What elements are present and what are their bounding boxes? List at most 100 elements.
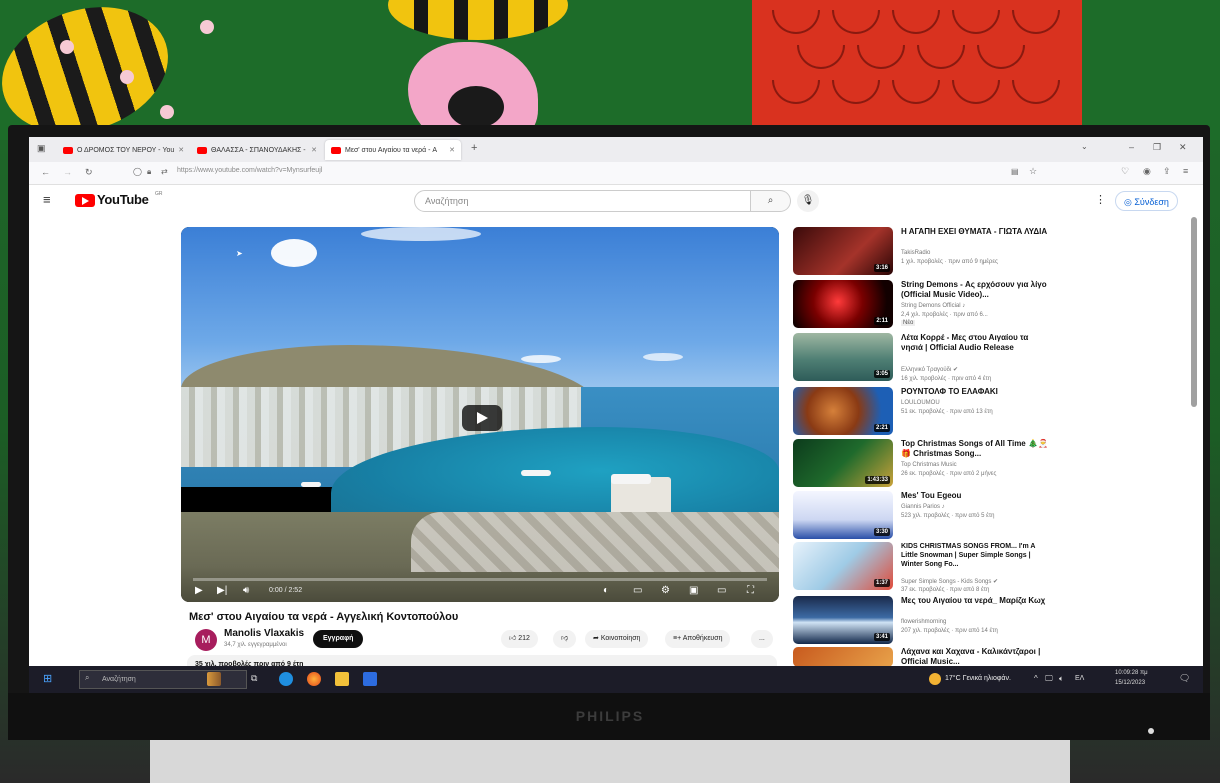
- video-thumbnail[interactable]: 3:30: [793, 491, 893, 539]
- channel-avatar[interactable]: M: [195, 629, 217, 651]
- progress-bar[interactable]: [193, 578, 767, 581]
- recommendation-channel[interactable]: Giannis Parios ♪: [901, 503, 1061, 511]
- recommendation-channel[interactable]: Ελληνικό Τραγούδι ✔: [901, 366, 1061, 374]
- recommendation-title[interactable]: Mes' Tou Egeou: [901, 491, 1051, 501]
- subtitles-icon[interactable]: ▭: [633, 585, 642, 596]
- video-thumbnail[interactable]: [793, 647, 893, 667]
- recommendation-title[interactable]: Top Christmas Songs of All Time 🎄🎅🎁 Chri…: [901, 439, 1051, 459]
- pocket-icon[interactable]: ♡: [1121, 166, 1129, 177]
- weather-text[interactable]: 17°C Γενικά ηλιοφάν.: [945, 675, 1011, 682]
- sign-in-button[interactable]: ◎ Σύνδεση: [1115, 191, 1178, 211]
- new-tab-icon[interactable]: +: [471, 142, 477, 154]
- video-thumbnail[interactable]: 3:16: [793, 227, 893, 275]
- account-icon[interactable]: ◉: [1143, 166, 1151, 177]
- close-tab-icon[interactable]: ✕: [178, 146, 184, 154]
- word-document-icon[interactable]: [363, 672, 377, 686]
- firefox-icon[interactable]: [307, 672, 321, 686]
- recommendation-item[interactable]: 2:21 ΡΟΥΝΤΟΛΦ ΤΟ ΕΛΑΦΑΚΙ LOULOUMOU 51 εκ…: [793, 387, 1173, 439]
- notifications-icon[interactable]: 🗨︎: [1179, 673, 1190, 684]
- recommendation-item[interactable]: 3:30 Mes' Tou Egeou Giannis Parios ♪ 523…: [793, 491, 1173, 543]
- minimize-icon[interactable]: –: [1129, 142, 1134, 152]
- recommendation-item[interactable]: 1:43:33 Top Christmas Songs of All Time …: [793, 439, 1173, 491]
- video-thumbnail[interactable]: 2:11: [793, 280, 893, 328]
- weather-sun-icon[interactable]: [929, 673, 941, 685]
- recommendation-channel[interactable]: String Demons Official ♪: [901, 302, 1061, 310]
- voice-search-button[interactable]: 🎙︎: [797, 190, 819, 212]
- clock-date[interactable]: 15/12/2023: [1115, 680, 1145, 686]
- taskbar-search-input[interactable]: Αναζήτηση: [79, 670, 247, 689]
- subscribe-button[interactable]: Εγγραφή: [313, 630, 364, 648]
- forward-icon[interactable]: →: [63, 167, 72, 177]
- theater-mode-icon[interactable]: ▭: [717, 585, 726, 596]
- hamburger-menu-icon[interactable]: ≡: [43, 192, 51, 207]
- video-thumbnail[interactable]: 1:37: [793, 542, 893, 590]
- extensions-icon[interactable]: ⇪: [1163, 166, 1171, 177]
- recommendation-item[interactable]: 3:41 Μες του Αιγαίου τα νερά_ Μαρίζα Κωχ…: [793, 596, 1173, 648]
- search-input[interactable]: Αναζήτηση: [414, 190, 751, 212]
- reader-view-icon[interactable]: ▤: [1011, 167, 1019, 176]
- large-play-button[interactable]: [462, 405, 502, 431]
- video-player[interactable]: ➤ ▶ ▶| 🔊︎ 0:00 / 2:52 ◐ ▭ ⚙ ▣ ▭ ⛶: [181, 227, 779, 602]
- volume-icon[interactable]: 🔊︎: [243, 585, 249, 596]
- fullscreen-icon[interactable]: ⛶: [747, 585, 754, 596]
- recommendation-channel[interactable]: LOULOUMOU: [901, 399, 1061, 407]
- menu-icon[interactable]: ≡: [1183, 166, 1188, 176]
- lock-icon[interactable]: 🔒︎: [147, 167, 151, 177]
- tray-chevron-up-icon[interactable]: ^: [1034, 674, 1038, 683]
- recommendation-title[interactable]: Λέτα Κορρέ - Μες στου Αιγαίου τα νησιά |…: [901, 333, 1051, 353]
- video-thumbnail[interactable]: 3:41: [793, 596, 893, 644]
- back-icon[interactable]: ←: [41, 167, 50, 177]
- address-bar[interactable]: https://www.youtube.com/watch?v=Mynsurfe…: [177, 167, 322, 174]
- close-tab-icon[interactable]: ✕: [449, 146, 455, 154]
- autoplay-toggle-icon[interactable]: ◐: [603, 585, 609, 596]
- maximize-icon[interactable]: ❐: [1153, 142, 1161, 153]
- task-view-icon[interactable]: ⧉: [251, 673, 257, 684]
- like-button[interactable]: 👍︎ 212: [501, 630, 538, 648]
- recommendation-item[interactable]: 1:37 KIDS CHRISTMAS SONGS FROM... I'm A …: [793, 542, 1173, 594]
- file-explorer-icon[interactable]: [335, 672, 349, 686]
- recommendation-title[interactable]: ΡΟΥΝΤΟΛΦ ΤΟ ΕΛΑΦΑΚΙ: [901, 387, 1051, 397]
- recommendation-title[interactable]: Λάχανα και Χαχανα - Καλικάντζαροι | Offi…: [901, 647, 1051, 667]
- share-button[interactable]: ➦ Κοινοποίηση: [585, 630, 649, 648]
- close-window-icon[interactable]: ✕: [1179, 142, 1187, 153]
- youtube-logo-text[interactable]: YouTube: [97, 192, 149, 207]
- edge-browser-icon[interactable]: [279, 672, 293, 686]
- recommendation-channel[interactable]: Super Simple Songs - Kids Songs ✔: [901, 578, 1061, 586]
- settings-gear-icon[interactable]: ⚙: [661, 585, 670, 596]
- recommendation-title[interactable]: KIDS CHRISTMAS SONGS FROM... I'm A Littl…: [901, 542, 1051, 569]
- bookmark-star-icon[interactable]: ☆: [1029, 166, 1037, 177]
- recommendation-channel[interactable]: flowerishmorning: [901, 618, 1061, 626]
- volume-icon[interactable]: 🔈︎: [1059, 674, 1064, 684]
- recommendation-item[interactable]: 2:11 String Demons - Ας ερχόσουν για λίγ…: [793, 280, 1173, 332]
- recommendation-channel[interactable]: TakisRadio: [901, 249, 1061, 257]
- network-icon[interactable]: 🖵︎: [1045, 674, 1053, 684]
- search-highlight-icon[interactable]: [207, 672, 221, 686]
- windows-start-icon[interactable]: ⊞: [43, 672, 52, 685]
- close-tab-icon[interactable]: ✕: [311, 146, 317, 154]
- permissions-icon[interactable]: ⇄: [161, 167, 168, 176]
- recommendation-title[interactable]: Η ΑΓΑΠΗ ΕΧΕΙ ΘΥΜΑΤΑ - ΓΙΩΤΑ ΛΥΔΙΑ: [901, 227, 1051, 237]
- play-icon[interactable]: ▶: [195, 585, 203, 596]
- input-language[interactable]: ΕΛ: [1075, 675, 1084, 682]
- more-options-icon[interactable]: ⋮: [1095, 193, 1106, 206]
- miniplayer-icon[interactable]: ▣: [689, 585, 698, 596]
- recommendation-item[interactable]: 3:16 Η ΑΓΑΠΗ ΕΧΕΙ ΘΥΜΑΤΑ - ΓΙΩΤΑ ΛΥΔΙΑ T…: [793, 227, 1173, 279]
- dislike-button[interactable]: 👎︎: [553, 630, 577, 648]
- clock-time[interactable]: 10:09:28 πμ: [1115, 670, 1148, 676]
- browser-tab-active[interactable]: Μεσ' στου Αιγαίου τα νερά - A ✕: [325, 140, 461, 160]
- recommendation-item[interactable]: Λάχανα και Χαχανα - Καλικάντζαροι | Offi…: [793, 647, 1173, 667]
- more-actions-button[interactable]: ...: [751, 630, 773, 648]
- browser-tab[interactable]: Ο ΔΡΟΜΟΣ ΤΟΥ ΝΕΡΟΥ - You ✕: [57, 140, 189, 160]
- chevron-down-icon[interactable]: ⌄: [1081, 142, 1088, 151]
- recommendation-title[interactable]: Μες του Αιγαίου τα νερά_ Μαρίζα Κωχ: [901, 596, 1051, 606]
- tab-list-icon[interactable]: ▣: [37, 143, 46, 154]
- next-icon[interactable]: ▶|: [217, 585, 227, 596]
- recommendation-channel[interactable]: Top Christmas Music: [901, 461, 1061, 469]
- video-thumbnail[interactable]: 3:05: [793, 333, 893, 381]
- video-thumbnail[interactable]: 1:43:33: [793, 439, 893, 487]
- reload-icon[interactable]: ↻: [85, 167, 93, 178]
- page-scrollbar[interactable]: [1191, 217, 1197, 407]
- save-button[interactable]: ≡+ Αποθήκευση: [665, 630, 731, 648]
- search-button[interactable]: ⌕: [751, 190, 791, 212]
- video-thumbnail[interactable]: 2:21: [793, 387, 893, 435]
